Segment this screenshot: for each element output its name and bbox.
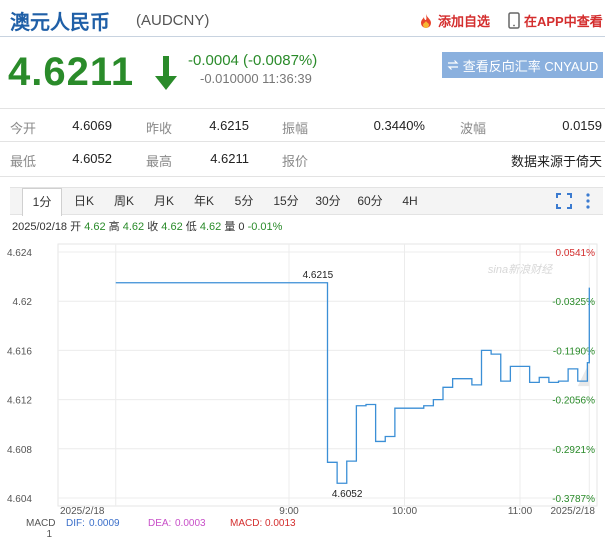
stat-label: 最高 [146, 154, 173, 169]
macd-dea-label: DEA: [148, 518, 171, 529]
y-tick-left: 4.608 [7, 445, 32, 456]
x-tick: 9:00 [279, 506, 299, 517]
stat-value: 0.3440% [373, 118, 425, 133]
tab-yearly-k[interactable]: 年K [188, 188, 220, 214]
info-close: 4.62 [161, 221, 183, 233]
tab-15min[interactable]: 15分 [268, 188, 304, 214]
tab-4h[interactable]: 4H [394, 188, 426, 214]
macd-axis-value: 1 [46, 529, 52, 539]
info-high: 4.62 [122, 221, 145, 233]
fire-icon [421, 13, 431, 28]
y-tick-right: 0.0541% [556, 248, 596, 259]
info-volume: 0 [238, 221, 245, 233]
info-open-label: 开 [70, 221, 82, 233]
info-open: 4.62 [84, 221, 106, 233]
stat-label: 波幅 [460, 121, 487, 136]
stat-value: 数据来源于倚天 [510, 154, 602, 169]
tab-60min[interactable]: 60分 [352, 188, 388, 214]
add-favorite-button[interactable]: 添加自选 [418, 11, 490, 30]
more-icon[interactable] [584, 192, 592, 210]
macd-dif-label: DIF: [66, 518, 85, 529]
tab-daily-k[interactable]: 日K [68, 188, 100, 214]
macd-label: MACD [26, 518, 55, 529]
view-in-app-button[interactable]: 在APP中查看 [508, 11, 603, 30]
stats-row: 最低 4.6052 最高 4.6211 报价 数据来源于倚天 [0, 141, 605, 177]
chart-annotations: 4.6215 4.6052 [303, 270, 363, 500]
info-close-label: 收 [147, 221, 159, 233]
chart-watermark: sina新浪财经 [488, 263, 553, 276]
chart-annotation: 4.6052 [332, 489, 363, 500]
swap-icon [447, 60, 459, 70]
x-tick: 10:00 [392, 506, 417, 517]
y-tick-right: -0.3787% [552, 494, 595, 505]
y-tick-left: 4.612 [7, 396, 32, 407]
stat-label: 今开 [10, 121, 37, 136]
fullscreen-icon[interactable] [556, 193, 572, 209]
y-tick-left: 4.624 [7, 248, 32, 259]
y-tick-left: 4.62 [13, 297, 33, 308]
reverse-rate-button[interactable]: 查看反向汇率 CNYAUD [442, 52, 603, 78]
macd-legend: MACD DIF: 0.0009 DEA: 0.0003 MACD: 0.001… [26, 518, 296, 539]
y-tick-left: 4.616 [7, 346, 32, 357]
y-tick-right: -0.2921% [552, 445, 595, 456]
stat-value: 4.6215 [209, 118, 249, 133]
y-axis-left: 4.624 4.62 4.616 4.612 4.608 4.604 [7, 248, 32, 505]
tab-5min[interactable]: 5分 [228, 188, 260, 214]
phone-icon [508, 12, 520, 29]
x-tick: 2025/2/18 [60, 506, 105, 517]
info-high-label: 高 [108, 221, 120, 233]
price-line [115, 282, 590, 484]
y-tick-left: 4.604 [7, 494, 32, 505]
info-low-label: 低 [185, 221, 197, 233]
ohlc-info: 2025/02/18 开 4.62 高 4.62 收 4.62 低 4.62 量… [12, 218, 282, 234]
tab-weekly-k[interactable]: 周K [108, 188, 140, 214]
chart-period-tabs: 1分 日K 周K 月K 年K 5分 15分 30分 60分 4H [10, 187, 603, 216]
info-date: 2025/02/18 [12, 221, 68, 233]
stat-label: 报价 [282, 154, 309, 169]
view-in-app-label: 在APP中查看 [524, 14, 603, 29]
tab-30min[interactable]: 30分 [310, 188, 346, 214]
current-price: 4.6211 [8, 50, 135, 94]
tab-monthly-k[interactable]: 月K [148, 188, 180, 214]
info-low: 4.62 [199, 221, 222, 233]
x-tick: 11:00 [508, 506, 533, 517]
down-arrow-icon [155, 56, 177, 90]
stat-value: 4.6052 [72, 151, 112, 166]
stat-value: 0.0159 [562, 118, 602, 133]
tab-1min[interactable]: 1分 [22, 188, 62, 216]
info-volume-label: 量 [224, 221, 236, 233]
stat-value: 4.6211 [210, 151, 249, 166]
stat-label: 昨收 [146, 121, 173, 136]
macd-dea: 0.0003 [175, 518, 206, 529]
info-pct: -0.01% [247, 221, 283, 233]
page-title: 澳元人民币 [10, 12, 110, 34]
stat-value: 4.6069 [72, 118, 112, 133]
currency-code: (AUDCNY) [136, 12, 210, 29]
price-chart[interactable]: sina新浪财经 4.624 4.62 4.616 4.612 4.608 4.604 0… [0, 236, 605, 539]
add-favorite-label: 添加自选 [438, 14, 491, 29]
price-change: -0.0004 (-0.0087%) [188, 52, 318, 69]
reverse-rate-label: 查看反向汇率 CNYAUD [462, 58, 599, 74]
y-tick-right: -0.2056% [552, 396, 595, 407]
header-divider [0, 36, 605, 37]
stats-row: 今开 4.6069 昨收 4.6215 振幅 0.3440% 波幅 0.0159 [0, 108, 605, 143]
chart-annotation: 4.6215 [303, 270, 334, 281]
macd-value-label: MACD: [230, 518, 262, 529]
stat-label: 振幅 [282, 121, 309, 136]
x-tick: 2025/2/18 [551, 506, 596, 517]
price-change-detail: -0.010000 11:36:39 [200, 71, 312, 86]
x-axis: 2025/2/18 9:00 10:00 11:00 2025/2/18 [60, 506, 595, 517]
macd-value: 0.0013 [265, 518, 296, 529]
macd-dif: 0.0009 [89, 518, 120, 529]
stat-label: 最低 [10, 154, 37, 169]
